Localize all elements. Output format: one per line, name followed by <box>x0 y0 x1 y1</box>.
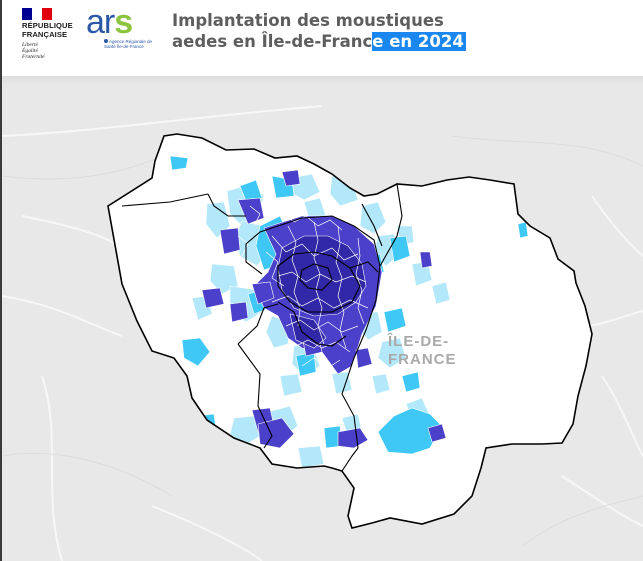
ars-subtitle: Agence Régionale de Santé Île-de-France <box>104 39 160 49</box>
title-line-2-text: aedes en Île-de-Franc <box>172 32 373 51</box>
ars-subtitle-text: Agence Régionale de Santé Île-de-France <box>104 39 153 49</box>
region-label-line-2: FRANCE <box>388 351 457 368</box>
republique-francaise-logo: RÉPUBLIQUE FRANÇAISE Liberté Égalité Fra… <box>18 8 78 60</box>
header-shadow <box>2 76 643 84</box>
title-line-2: aedes en Île-de-France en 2024 <box>172 31 466 52</box>
title-line-1: Implantation des moustiques <box>172 11 444 30</box>
map[interactable]: ÎLE-DE- FRANCE <box>2 76 643 561</box>
ars-logo: ars Agence Régionale de Santé Île-de-Fra… <box>84 4 160 56</box>
rf-motto-line: Fraternité <box>22 54 45 60</box>
flag-icon <box>22 8 52 20</box>
region-label-line-1: ÎLE-DE- <box>387 332 449 350</box>
commune-area[interactable] <box>279 373 303 397</box>
rf-name-line: FRANÇAISE <box>22 29 68 39</box>
rf-motto: Liberté Égalité Fraternité <box>22 42 45 60</box>
page-title: Implantation des moustiques aedes en Île… <box>172 10 466 52</box>
header: RÉPUBLIQUE FRANÇAISE Liberté Égalité Fra… <box>2 0 643 76</box>
rf-name: RÉPUBLIQUE FRANÇAISE <box>22 21 73 39</box>
ars-dot-icon <box>104 39 108 43</box>
commune-area[interactable] <box>169 155 189 171</box>
commune-area[interactable] <box>419 251 433 269</box>
ars-letters: ars <box>86 3 133 41</box>
commune-area[interactable] <box>517 221 529 239</box>
commune-area[interactable] <box>201 287 225 309</box>
title-highlight: e en 2024 <box>372 32 466 51</box>
commune-area[interactable] <box>297 445 325 469</box>
